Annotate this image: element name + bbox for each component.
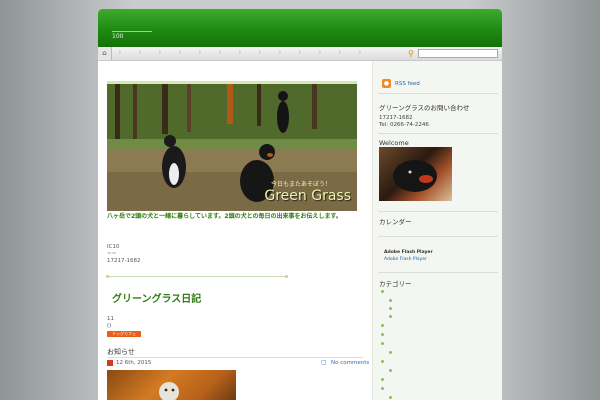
post-thumbnail[interactable] <box>107 370 236 400</box>
contact-phone: Tel: 0266-74-2246 <box>379 122 429 128</box>
badge-banner[interactable]: ドッグカフェ <box>107 331 141 337</box>
category-item[interactable] <box>381 342 384 345</box>
site-tagline: 100 <box>112 33 124 40</box>
category-item[interactable] <box>381 378 384 381</box>
dotted-divider <box>106 275 288 278</box>
contact-postcode: 17217-1682 <box>379 115 413 121</box>
categories-heading: カテゴリー <box>379 280 412 288</box>
sidebar-divider <box>378 272 498 273</box>
welcome-photo[interactable] <box>379 147 452 201</box>
welcome-dog-photo <box>393 160 437 192</box>
category-item[interactable] <box>389 307 392 310</box>
rss-feed-link[interactable]: RSS feed <box>395 81 420 87</box>
search-icon[interactable]: ⚲ <box>408 47 414 60</box>
flash-player-title: Adobe Flash Player <box>384 250 433 255</box>
nav-separator: › <box>218 48 222 58</box>
nav-separator: › <box>118 48 122 58</box>
category-item[interactable] <box>381 324 384 327</box>
category-item[interactable] <box>389 369 392 372</box>
comment-icon: ▢ <box>321 359 327 366</box>
diary-banner[interactable]: グリーングラス日記 <box>112 290 201 305</box>
header-line <box>112 31 152 32</box>
category-item[interactable] <box>381 290 384 293</box>
home-icon: ⌂ <box>102 49 107 57</box>
category-item[interactable] <box>389 315 392 318</box>
search-input[interactable] <box>418 49 498 58</box>
sidebar-divider <box>378 236 498 237</box>
category-item[interactable] <box>389 351 392 354</box>
sidebar-divider <box>378 93 498 94</box>
post-date: 12 6th, 2015 <box>116 360 152 366</box>
sidebar-divider <box>378 211 498 212</box>
calendar-heading: カレンダー <box>379 218 412 226</box>
count-line: 11 <box>107 316 114 322</box>
flash-player-link[interactable]: Adobe Flash Player <box>384 257 427 262</box>
calendar-icon <box>107 360 113 366</box>
hero-subtitle: 今日もまたあそぼう！ <box>270 181 331 188</box>
divider-dot <box>106 275 109 278</box>
hero-caption-link[interactable]: 八ヶ岳で2頭の犬と一緒に暮らしています。2頭の犬との毎日の出来事をお伝えします。 <box>107 211 362 220</box>
category-item[interactable] <box>381 333 384 336</box>
contact-heading: グリーングラスのお問い合わせ <box>379 104 470 112</box>
nav-separator: › <box>318 48 322 58</box>
nav-separator: › <box>338 48 342 58</box>
intro-line: 17217-1682 <box>107 258 141 264</box>
nav-separator: › <box>138 48 142 58</box>
intro-line: IC10 <box>107 244 120 250</box>
post-title[interactable]: お知らせ <box>107 347 135 357</box>
category-item[interactable] <box>381 387 384 390</box>
site-header: 100 <box>98 9 502 47</box>
sidebar-divider <box>378 133 498 134</box>
divider-dot <box>285 275 288 278</box>
hero-title: Green Grass <box>264 188 351 204</box>
post-photo <box>159 382 179 400</box>
post-divider <box>107 357 363 358</box>
rss-icon[interactable]: ● <box>382 79 391 88</box>
count-line: () <box>107 323 112 329</box>
nav-separator: › <box>258 48 262 58</box>
comments-link[interactable]: No comments <box>331 360 369 366</box>
welcome-heading: Welcome <box>379 139 409 147</box>
category-item[interactable] <box>381 360 384 363</box>
home-button[interactable]: ⌂ <box>98 47 112 60</box>
nav-separator: › <box>278 48 282 58</box>
category-item[interactable] <box>389 396 392 399</box>
nav-separator: › <box>178 48 182 58</box>
nav-separator: › <box>158 48 162 58</box>
intro-line: ~~ <box>107 251 117 257</box>
sidebar: ● RSS feed グリーングラスのお問い合わせ 17217-1682 Tel… <box>372 61 502 400</box>
main-content: 今日もまたあそぼう！ Green Grass 八ヶ岳で2頭の犬と一緒に暮らしてい… <box>98 61 372 400</box>
nav-separator: › <box>238 48 242 58</box>
nav-separator: › <box>198 48 202 58</box>
page: 100 ⌂ › › › › › › › › › › › › › ⚲ 今日もまたあ… <box>98 9 502 400</box>
nav-bar: ⌂ › › › › › › › › › › › › › ⚲ <box>98 47 502 61</box>
nav-separator: › <box>298 48 302 58</box>
category-item[interactable] <box>389 299 392 302</box>
nav-separator: › <box>358 48 362 58</box>
hero-image[interactable]: 今日もまたあそぼう！ Green Grass <box>107 81 357 211</box>
